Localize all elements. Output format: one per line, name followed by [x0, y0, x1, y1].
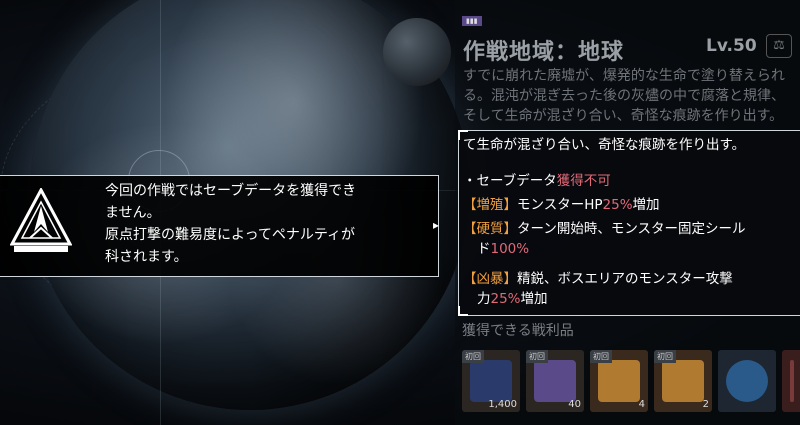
loot-count: 1,400 [488, 399, 517, 410]
warning-line: 原点打撃の難易度によってペナルティが [105, 227, 356, 243]
loot-count: 4 [638, 399, 645, 410]
region-title: 作戦地域：地球 [463, 40, 625, 65]
region-description: すでに崩れた廃墟が、爆発的な生命で塗り替えられる。混沌が混ぎ去った後の灰燼の中で… [463, 68, 785, 124]
loot-item-icon [726, 360, 768, 402]
save-data-line: ・セーブデータ獲得不可 [463, 173, 611, 189]
loot-count: 40 [568, 399, 581, 410]
moon [383, 18, 451, 86]
warning-line: ません。 [105, 205, 161, 221]
first-clear-tag: 初回 [654, 350, 676, 363]
loot-item[interactable] [718, 350, 776, 412]
loot-item[interactable]: 初回 40 [526, 350, 584, 412]
loot-item[interactable]: 初回 1,400 [462, 350, 520, 412]
loot-item-icon [598, 360, 640, 402]
loot-title: 獲得できる戦利品 [462, 323, 574, 339]
loot-item-icon [662, 360, 704, 402]
warning-message: 今回の作戦ではセーブデータを獲得でき ません。 原点打撃の難易度によってペナルテ… [105, 180, 425, 268]
loot-item-icon [470, 360, 512, 402]
loot-count: 2 [702, 399, 709, 410]
loot-item[interactable]: 初回 4 [590, 350, 648, 412]
modifier-tag: 【硬質】 [463, 221, 517, 237]
modifier-row: 【凶暴】精鋭、ボスエリアのモンスター攻撃 [463, 271, 733, 287]
first-clear-tag: 初回 [590, 350, 612, 363]
warning-line: 今回の作戦ではセーブデータを獲得でき [105, 183, 357, 199]
modifier-tag: 【凶暴】 [463, 271, 517, 287]
info-lead: て生命が混ざり合い、奇怪な痕跡を作り出す。 [463, 137, 746, 153]
pointer-arrow-icon: ▸ [433, 218, 440, 232]
corner-mark [458, 306, 468, 316]
loot-item-icon [534, 360, 576, 402]
penalty-info-popup: て生命が混ざり合い、奇怪な痕跡を作り出す。 ・セーブデータ獲得不可 【増殖】モン… [458, 130, 800, 316]
first-clear-tag: 初回 [526, 350, 548, 363]
modifier-row-cont: 力25%増加 [477, 291, 548, 307]
warning-emblem-icon [10, 188, 72, 252]
modifier-row: 【硬質】ターン開始時、モンスター固定シール [463, 221, 746, 237]
region-level: Lv.50 [706, 36, 757, 56]
modifier-row: 【増殖】モンスターHP25%増加 [463, 197, 660, 213]
modifier-row-cont: ド100% [477, 241, 530, 257]
balance-scale-icon[interactable]: ⚖ [766, 34, 792, 58]
region-badge: ▮▮▮ [462, 16, 482, 26]
background-scene: ▮▮▮ 作戦地域：地球 Lv.50 ⚖ すでに崩れた廃墟が、爆発的な生命で塗り替… [0, 0, 800, 425]
loot-list: 初回 1,400 初回 40 初回 4 初回 2 [462, 350, 800, 425]
modifier-tag: 【増殖】 [463, 197, 517, 213]
loot-item[interactable]: 初回 2 [654, 350, 712, 412]
save-data-status: 獲得不可 [556, 173, 611, 189]
first-clear-tag: 初回 [462, 350, 484, 363]
loot-item[interactable] [782, 350, 800, 412]
warning-line: 科されます。 [105, 249, 188, 265]
loot-item-icon [790, 360, 794, 402]
